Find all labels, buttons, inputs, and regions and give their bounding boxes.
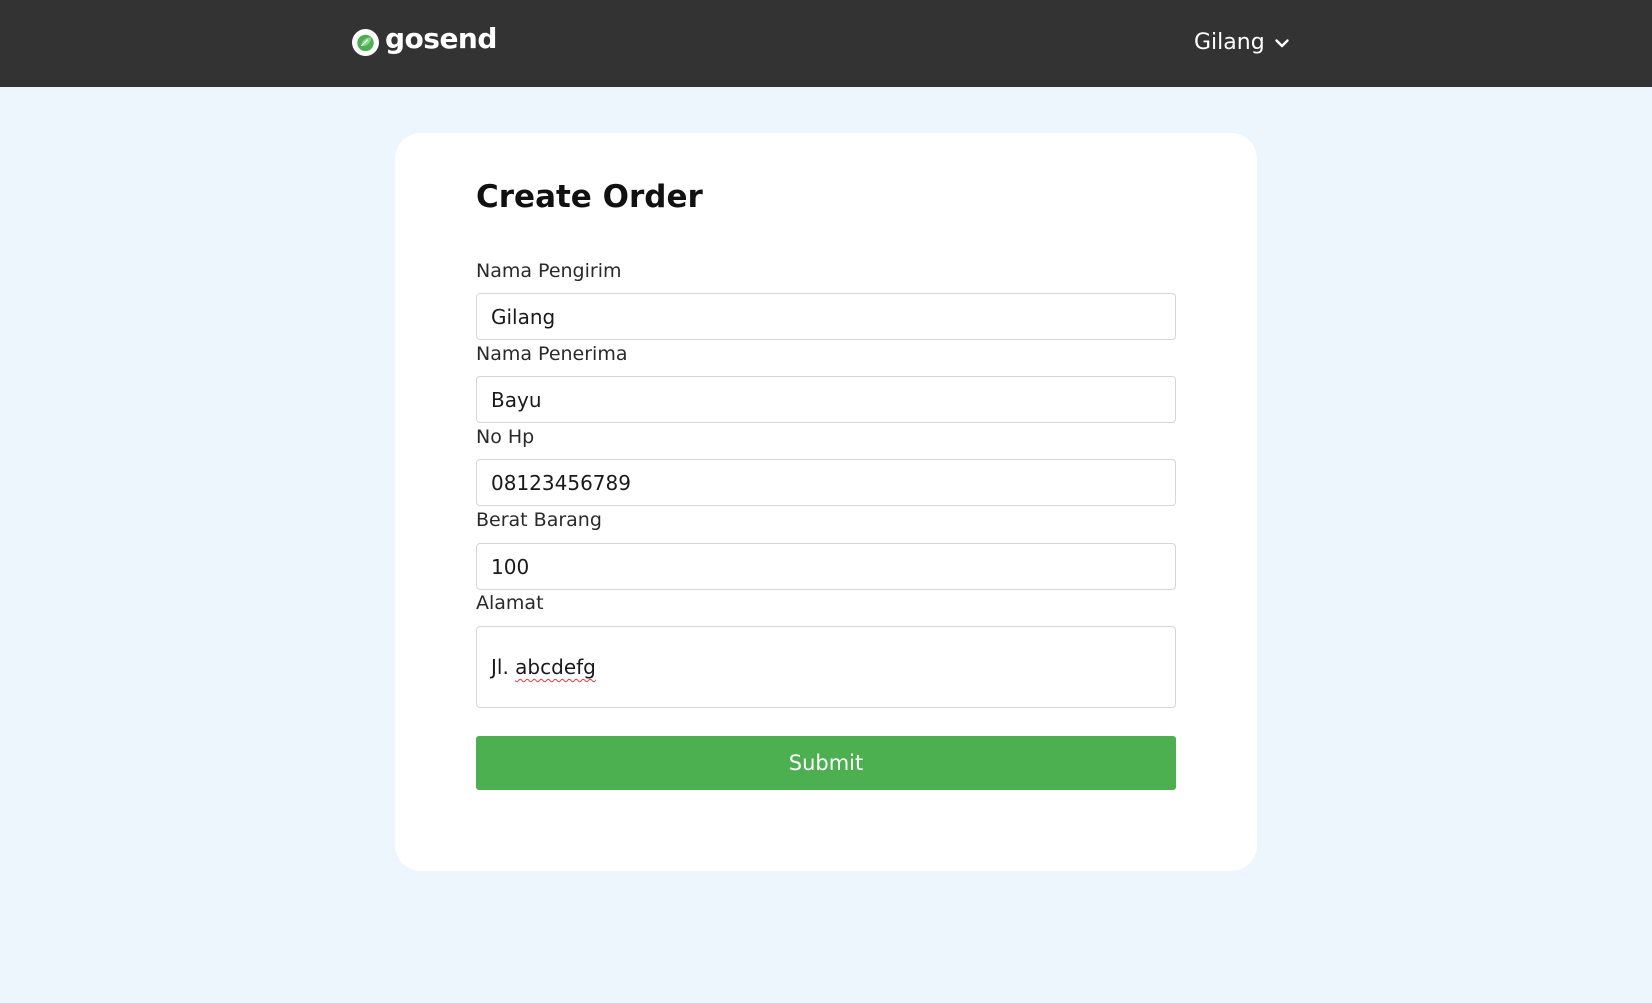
navbar: gosend Gilang bbox=[0, 0, 1652, 87]
address-value-misspelled: abcdefg bbox=[515, 655, 596, 679]
chevron-down-icon bbox=[1274, 39, 1289, 48]
address-value-prefix: Jl. bbox=[491, 655, 516, 679]
submit-button[interactable]: Submit bbox=[476, 736, 1176, 790]
create-order-card: Create Order Nama Pengirim Nama Penerima… bbox=[395, 133, 1257, 871]
brand-name: gosend bbox=[385, 22, 497, 55]
phone-number-input[interactable] bbox=[476, 459, 1176, 506]
brand-logo-link[interactable]: gosend bbox=[352, 22, 497, 60]
sender-name-label: Nama Pengirim bbox=[476, 260, 622, 282]
item-weight-label: Berat Barang bbox=[476, 509, 602, 531]
address-label: Alamat bbox=[476, 592, 544, 614]
phone-number-label: No Hp bbox=[476, 426, 535, 448]
item-weight-input[interactable] bbox=[476, 543, 1176, 590]
page-title: Create Order bbox=[476, 179, 703, 215]
recipient-name-input[interactable] bbox=[476, 376, 1176, 423]
user-name: Gilang bbox=[1194, 30, 1265, 55]
gosend-leaf-logo-icon bbox=[352, 28, 379, 56]
recipient-name-label: Nama Penerima bbox=[476, 343, 628, 365]
sender-name-input[interactable] bbox=[476, 293, 1176, 340]
address-textarea[interactable]: Jl. abcdefg bbox=[476, 626, 1176, 708]
user-menu-dropdown[interactable]: Gilang bbox=[1194, 28, 1291, 58]
